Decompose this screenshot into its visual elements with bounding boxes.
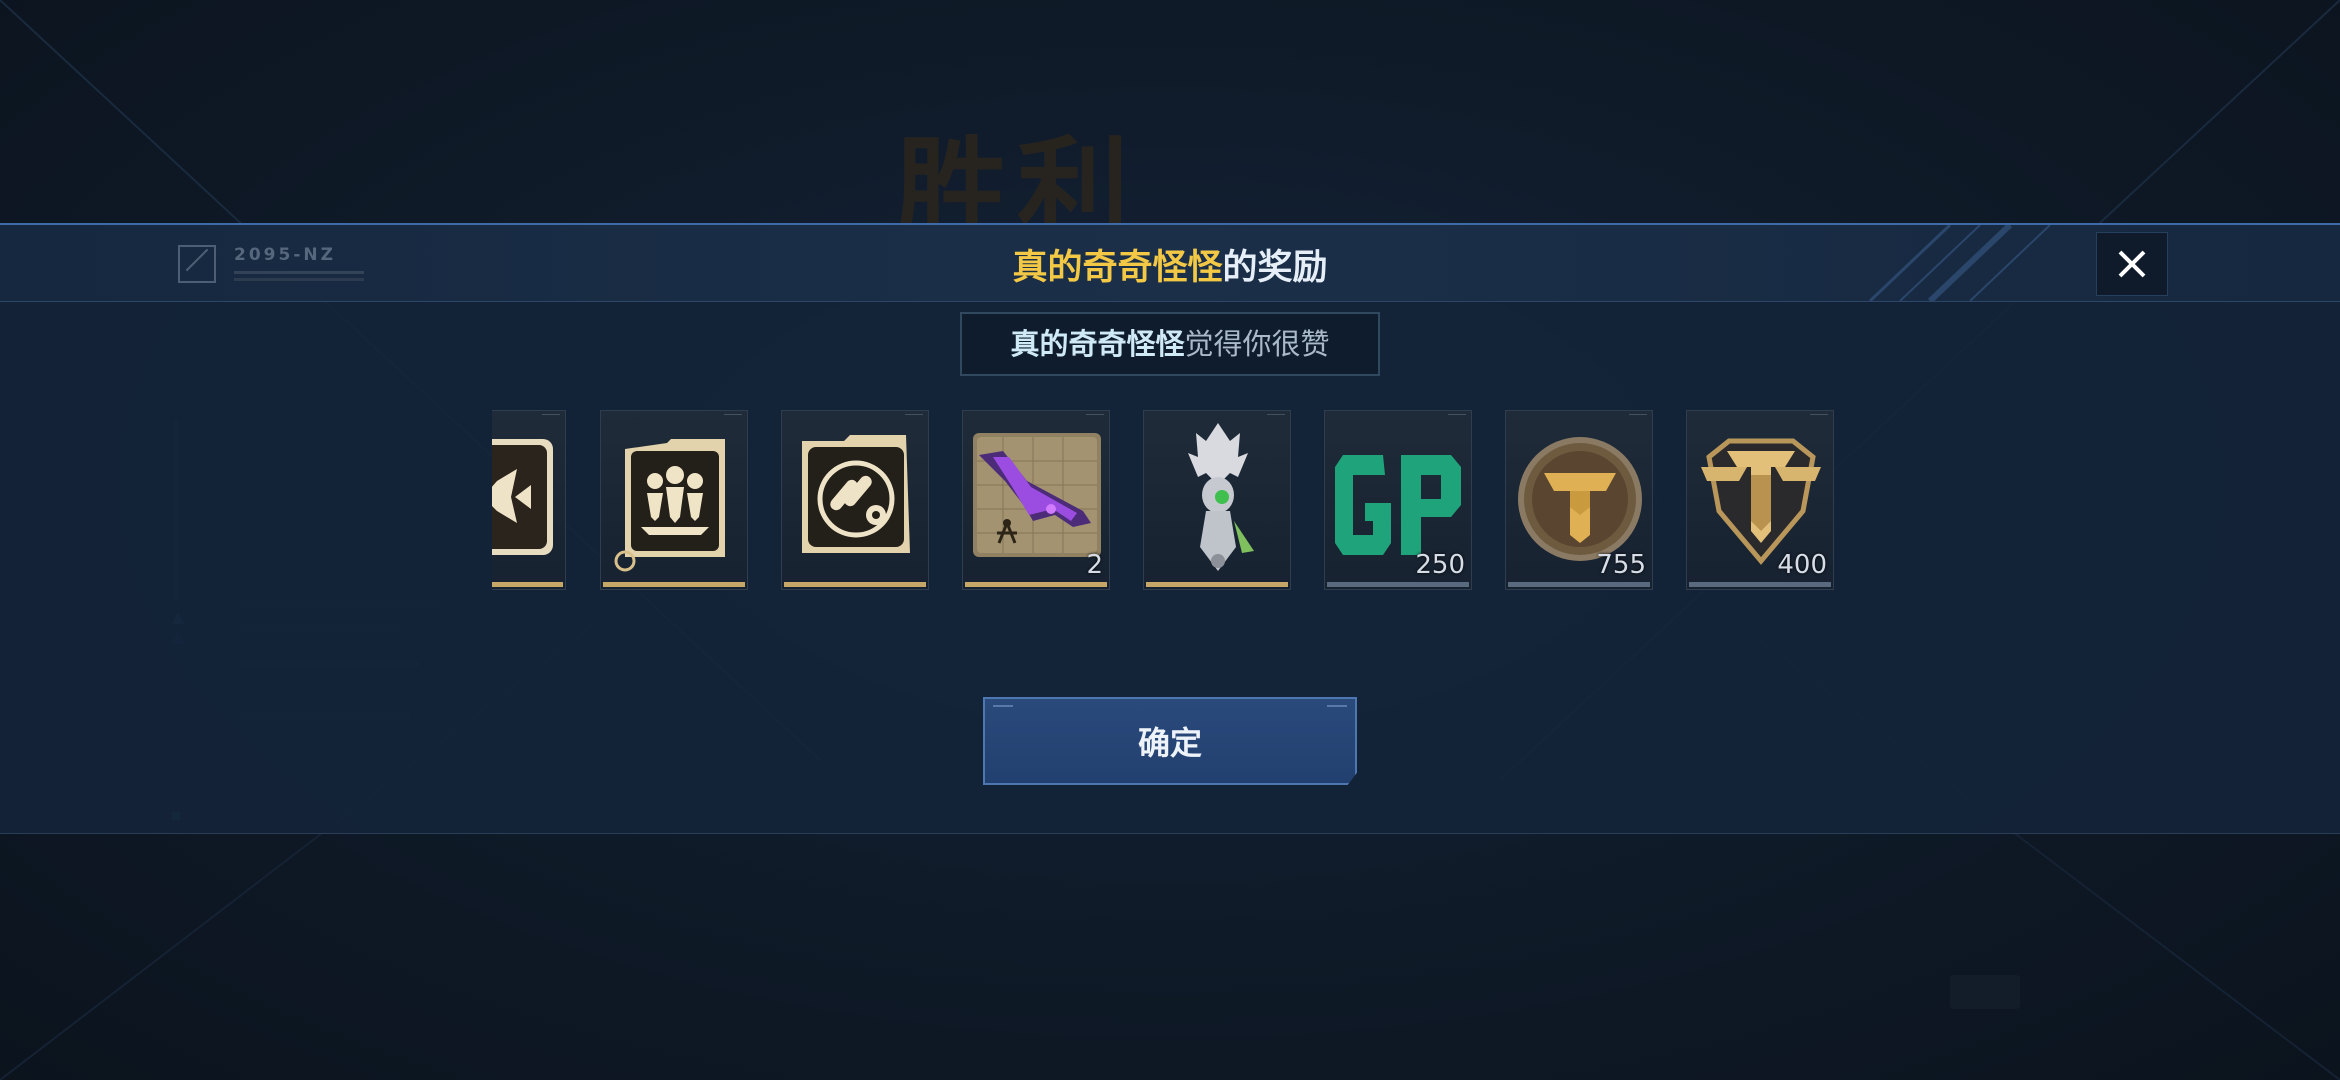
modal-title-bar: 2095-NZ 真的奇奇怪怪的奖励	[0, 225, 2340, 302]
title-suffix: 的奖励	[1222, 248, 1328, 288]
reward-item[interactable]	[1143, 410, 1291, 590]
reward-item[interactable]	[781, 410, 929, 590]
reward-item[interactable]: 755	[1505, 410, 1653, 590]
subtitle-suffix: 觉得你很赞	[1184, 327, 1330, 361]
reward-count: 400	[1777, 550, 1827, 580]
close-button[interactable]	[2096, 232, 2168, 296]
close-icon	[2118, 250, 2146, 278]
reward-list: 2 250 755 400	[492, 410, 1842, 590]
reward-item[interactable]	[492, 410, 566, 590]
reward-modal: 2095-NZ 真的奇奇怪怪的奖励 真的奇奇怪怪觉得你很赞 2 250 755 …	[0, 223, 2340, 834]
reward-item[interactable]: 250	[1324, 410, 1472, 590]
game-result-screen: 胜利 2095-NZ 真的奇奇怪怪的奖励 真的奇奇怪怪觉得你很赞 2 250 7…	[0, 0, 2340, 1080]
subtitle-player-name: 真的奇奇怪怪	[1010, 327, 1185, 361]
reward-item[interactable]	[600, 410, 748, 590]
bullet-ammo-icon	[802, 435, 910, 553]
reward-item[interactable]: 400	[1686, 410, 1834, 590]
title-player-name: 真的奇奇怪怪	[1012, 248, 1223, 288]
reward-subtitle: 真的奇奇怪怪觉得你很赞	[960, 312, 1380, 376]
squad-emblem-icon	[614, 439, 725, 572]
reward-count: 250	[1415, 550, 1465, 580]
confirm-button[interactable]: 确定	[983, 697, 1357, 785]
reward-item[interactable]: 2	[962, 410, 1110, 590]
modal-title: 真的奇奇怪怪的奖励	[0, 239, 2340, 290]
alien-ornament-icon	[1188, 423, 1254, 571]
background-bottom-label	[1950, 975, 2020, 1009]
reward-count: 2	[1086, 550, 1103, 580]
fish-blueprint-icon	[492, 439, 553, 555]
reward-count: 755	[1596, 550, 1646, 580]
confirm-button-label: 确定	[1137, 724, 1202, 762]
